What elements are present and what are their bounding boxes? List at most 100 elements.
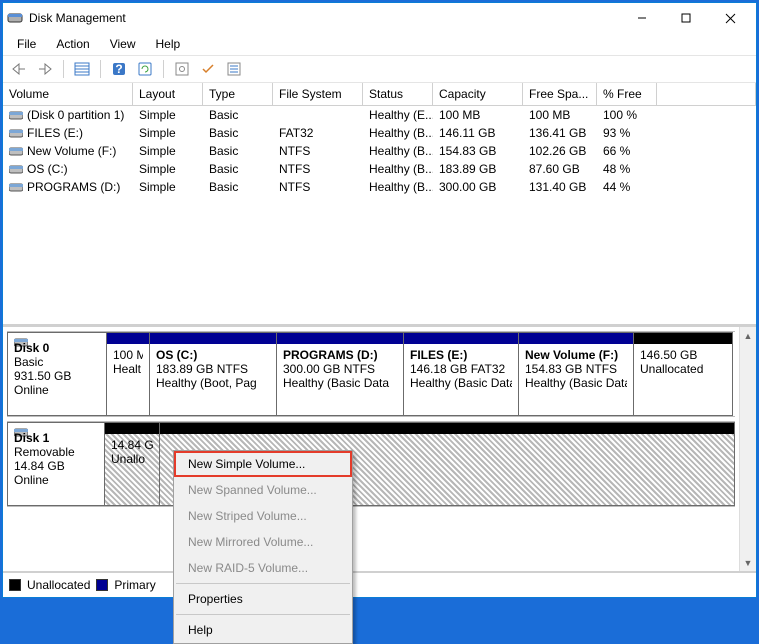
partition-status: Unallo: [111, 452, 153, 466]
volume-layout: Simple: [133, 143, 203, 159]
table-row[interactable]: OS (C:)SimpleBasicNTFSHealthy (B...183.8…: [3, 160, 756, 178]
header-layout[interactable]: Layout: [133, 83, 203, 105]
header-extra[interactable]: [657, 83, 756, 105]
partition[interactable]: New Volume (F:)154.83 GB NTFSHealthy (Ba…: [518, 332, 634, 416]
volume-fs: [273, 107, 363, 123]
disk-row: Disk 1Removable14.84 GBOnline14.84 GUnal…: [7, 421, 735, 507]
window: Disk Management File Action View Help ? …: [2, 2, 757, 598]
partition-size: 154.83 GB NTFS: [525, 362, 627, 376]
volume-status: Healthy (B...: [363, 125, 433, 141]
volume-pct: 44 %: [597, 179, 657, 195]
table-row[interactable]: New Volume (F:)SimpleBasicNTFSHealthy (B…: [3, 142, 756, 160]
menu-help[interactable]: Help: [148, 35, 189, 53]
minimize-button[interactable]: [620, 3, 664, 33]
scroll-up-icon[interactable]: ▲: [740, 327, 756, 344]
list-button[interactable]: [222, 58, 246, 80]
disk-view: Disk 0Basic931.50 GBOnline100 MHealtOS (…: [3, 325, 756, 571]
partition[interactable]: FILES (E:)146.18 GB FAT32Healthy (Basic …: [403, 332, 519, 416]
volume-layout: Simple: [133, 125, 203, 141]
disk-info[interactable]: Disk 0Basic931.50 GBOnline: [7, 332, 107, 416]
volume-free: 100 MB: [523, 107, 597, 123]
partition-size: 300.00 GB NTFS: [283, 362, 397, 376]
partition[interactable]: 14.84 GUnallo: [104, 422, 160, 506]
volume-capacity: 100 MB: [433, 107, 523, 123]
close-button[interactable]: [708, 3, 752, 33]
menu-action[interactable]: Action: [48, 35, 97, 53]
volume-fs: FAT32: [273, 125, 363, 141]
context-menu-item: New Mirrored Volume...: [174, 529, 352, 555]
context-menu-item: New Spanned Volume...: [174, 477, 352, 503]
partition-size: 183.89 GB NTFS: [156, 362, 270, 376]
context-menu-item: New RAID-5 Volume...: [174, 555, 352, 581]
partition-status: Healt: [113, 362, 143, 376]
header-type[interactable]: Type: [203, 83, 273, 105]
disk-state: Online: [14, 473, 98, 487]
legend-swatch-unalloc: [9, 579, 21, 591]
refresh-button[interactable]: [133, 58, 157, 80]
table-row[interactable]: FILES (E:)SimpleBasicFAT32Healthy (B...1…: [3, 124, 756, 142]
volume-status: Healthy (E...: [363, 107, 433, 123]
menu-file[interactable]: File: [9, 35, 44, 53]
volume-name: OS (C:): [27, 162, 68, 176]
titlebar[interactable]: Disk Management: [3, 3, 756, 33]
scrollbar[interactable]: ▲ ▼: [739, 327, 756, 571]
volume-free: 102.26 GB: [523, 143, 597, 159]
scroll-down-icon[interactable]: ▼: [740, 554, 756, 571]
header-filesystem[interactable]: File System: [273, 83, 363, 105]
header-status[interactable]: Status: [363, 83, 433, 105]
table-row[interactable]: (Disk 0 partition 1)SimpleBasicHealthy (…: [3, 106, 756, 124]
header-pct-free[interactable]: % Free: [597, 83, 657, 105]
header-free-space[interactable]: Free Spa...: [523, 83, 597, 105]
legend: Unallocated Primary: [3, 571, 756, 597]
volume-pct: 93 %: [597, 125, 657, 141]
volume-name: PROGRAMS (D:): [27, 180, 120, 194]
partition-status: Healthy (Basic Data: [410, 376, 512, 390]
partition-size: 146.50 GB: [640, 348, 726, 362]
partition[interactable]: OS (C:)183.89 GB NTFSHealthy (Boot, Pag: [149, 332, 277, 416]
partition[interactable]: PROGRAMS (D:)300.00 GB NTFSHealthy (Basi…: [276, 332, 404, 416]
help-button[interactable]: ?: [107, 58, 131, 80]
disk-kind: Removable: [14, 445, 98, 459]
menu-view[interactable]: View: [102, 35, 144, 53]
maximize-button[interactable]: [664, 3, 708, 33]
context-menu-item[interactable]: Help: [174, 617, 352, 643]
volume-status: Healthy (B...: [363, 179, 433, 195]
partition[interactable]: 146.50 GBUnallocated: [633, 332, 733, 416]
volume-capacity: 183.89 GB: [433, 161, 523, 177]
context-menu-item[interactable]: Properties: [174, 586, 352, 612]
volume-type: Basic: [203, 143, 273, 159]
settings-button[interactable]: [170, 58, 194, 80]
partition-title: New Volume (F:): [525, 348, 627, 362]
disk-kind: Basic: [14, 355, 100, 369]
table-row[interactable]: PROGRAMS (D:)SimpleBasicNTFSHealthy (B..…: [3, 178, 756, 196]
disk-state: Online: [14, 383, 100, 397]
volume-icon: [9, 110, 23, 120]
disk-info[interactable]: Disk 1Removable14.84 GBOnline: [7, 422, 105, 506]
partition-size: 100 M: [113, 348, 143, 362]
volume-fs: NTFS: [273, 179, 363, 195]
volume-name: FILES (E:): [27, 126, 83, 140]
legend-swatch-primary: [96, 579, 108, 591]
volume-icon: [9, 164, 23, 174]
disk-size: 14.84 GB: [14, 459, 98, 473]
header-volume[interactable]: Volume: [3, 83, 133, 105]
check-button[interactable]: [196, 58, 220, 80]
show-hide-button[interactable]: [70, 58, 94, 80]
header-capacity[interactable]: Capacity: [433, 83, 523, 105]
partition-title: FILES (E:): [410, 348, 512, 362]
back-button[interactable]: [7, 58, 31, 80]
volume-capacity: 154.83 GB: [433, 143, 523, 159]
context-menu-item[interactable]: New Simple Volume...: [174, 451, 352, 477]
partition-size: 146.18 GB FAT32: [410, 362, 512, 376]
toolbar: ?: [3, 55, 756, 83]
volume-type: Basic: [203, 107, 273, 123]
volume-pct: 48 %: [597, 161, 657, 177]
window-title: Disk Management: [29, 11, 620, 25]
partition-status: Unallocated: [640, 362, 726, 376]
legend-primary-label: Primary: [114, 578, 155, 592]
partition-status: Healthy (Basic Data: [283, 376, 397, 390]
partition[interactable]: 100 MHealt: [106, 332, 150, 416]
context-menu[interactable]: New Simple Volume...New Spanned Volume..…: [173, 450, 353, 644]
forward-button[interactable]: [33, 58, 57, 80]
legend-unalloc-label: Unallocated: [27, 578, 90, 592]
